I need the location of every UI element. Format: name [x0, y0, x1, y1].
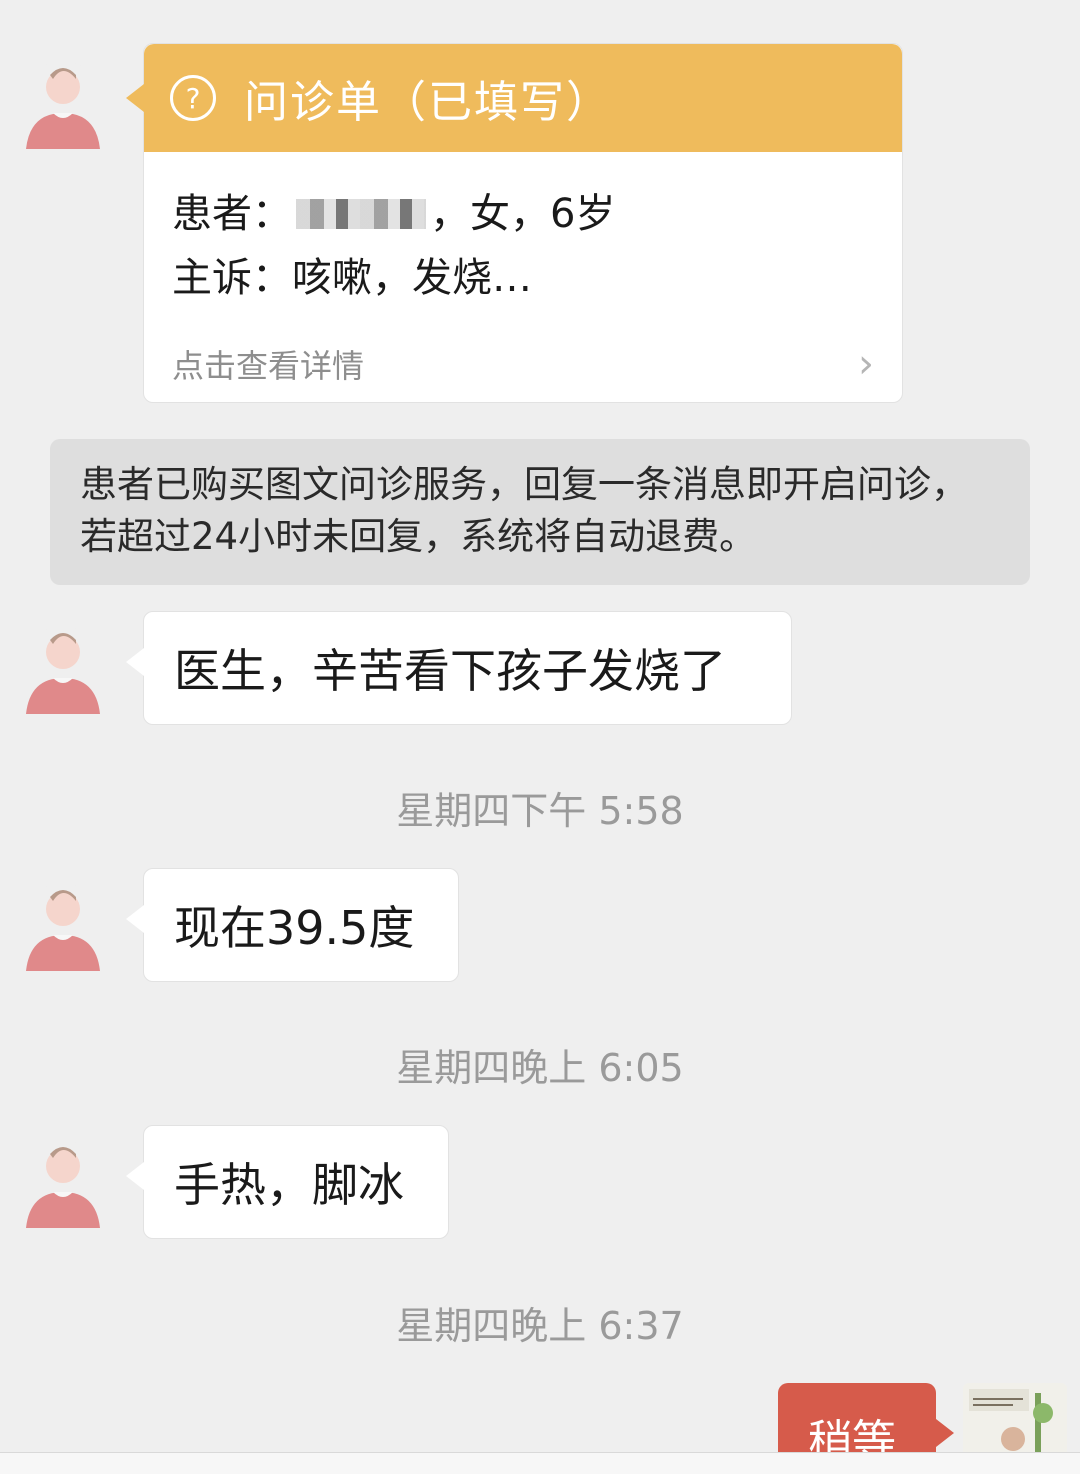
message-bubble[interactable]: 医生，辛苦看下孩子发烧了 [126, 611, 792, 725]
form-title: 问诊单（已填写） [244, 77, 612, 128]
complaint-label: 主诉： [172, 255, 292, 301]
timestamp: 星期四晚上 6:05 [396, 1046, 684, 1090]
bubble-tail [126, 1162, 144, 1190]
consult-form-card[interactable]: ? 问诊单（已填写） 患者： ，女，6岁 主诉： 咳嗽，发烧… 点击查看详情 › [126, 43, 903, 403]
complaint-text: 咳嗽，发烧… [292, 255, 532, 301]
complaint-line: 主诉： 咳嗽，发烧… [172, 246, 874, 310]
form-header: ? 问诊单（已填写） [144, 44, 902, 152]
timestamp: 星期四晚上 6:37 [396, 1304, 684, 1348]
input-bar [0, 1452, 1080, 1474]
patient-line: 患者： ，女，6岁 [172, 182, 874, 246]
form-footer[interactable]: 点击查看详情 › [172, 341, 874, 387]
message-text: 手热，脚冰 [174, 1158, 404, 1212]
bubble-tail [126, 648, 144, 676]
patient-avatar[interactable] [20, 1136, 106, 1232]
patient-avatar[interactable] [20, 57, 106, 153]
system-notice: 患者已购买图文问诊服务，回复一条消息即开启问诊，若超过24小时未回复，系统将自动… [50, 439, 1030, 585]
patient-avatar[interactable] [20, 622, 106, 718]
message-bubble[interactable]: 现在39.5度 [126, 868, 459, 982]
view-details-link[interactable]: 点击查看详情 [172, 341, 364, 387]
message-text: 医生，辛苦看下孩子发烧了 [174, 644, 726, 698]
bubble-tail [126, 905, 144, 933]
question-icon: ? [170, 75, 216, 121]
chevron-right-icon: › [858, 341, 874, 387]
bubble-tail [126, 84, 144, 112]
message-text: 现在39.5度 [174, 901, 415, 955]
patient-avatar[interactable] [20, 879, 106, 975]
timestamp: 星期四下午 5:58 [396, 789, 684, 833]
message-bubble[interactable]: 手热，脚冰 [126, 1125, 449, 1239]
redacted-name [296, 199, 426, 229]
bubble-tail [936, 1419, 954, 1447]
patient-info: ，女，6岁 [430, 191, 616, 237]
patient-label: 患者： [172, 191, 292, 237]
